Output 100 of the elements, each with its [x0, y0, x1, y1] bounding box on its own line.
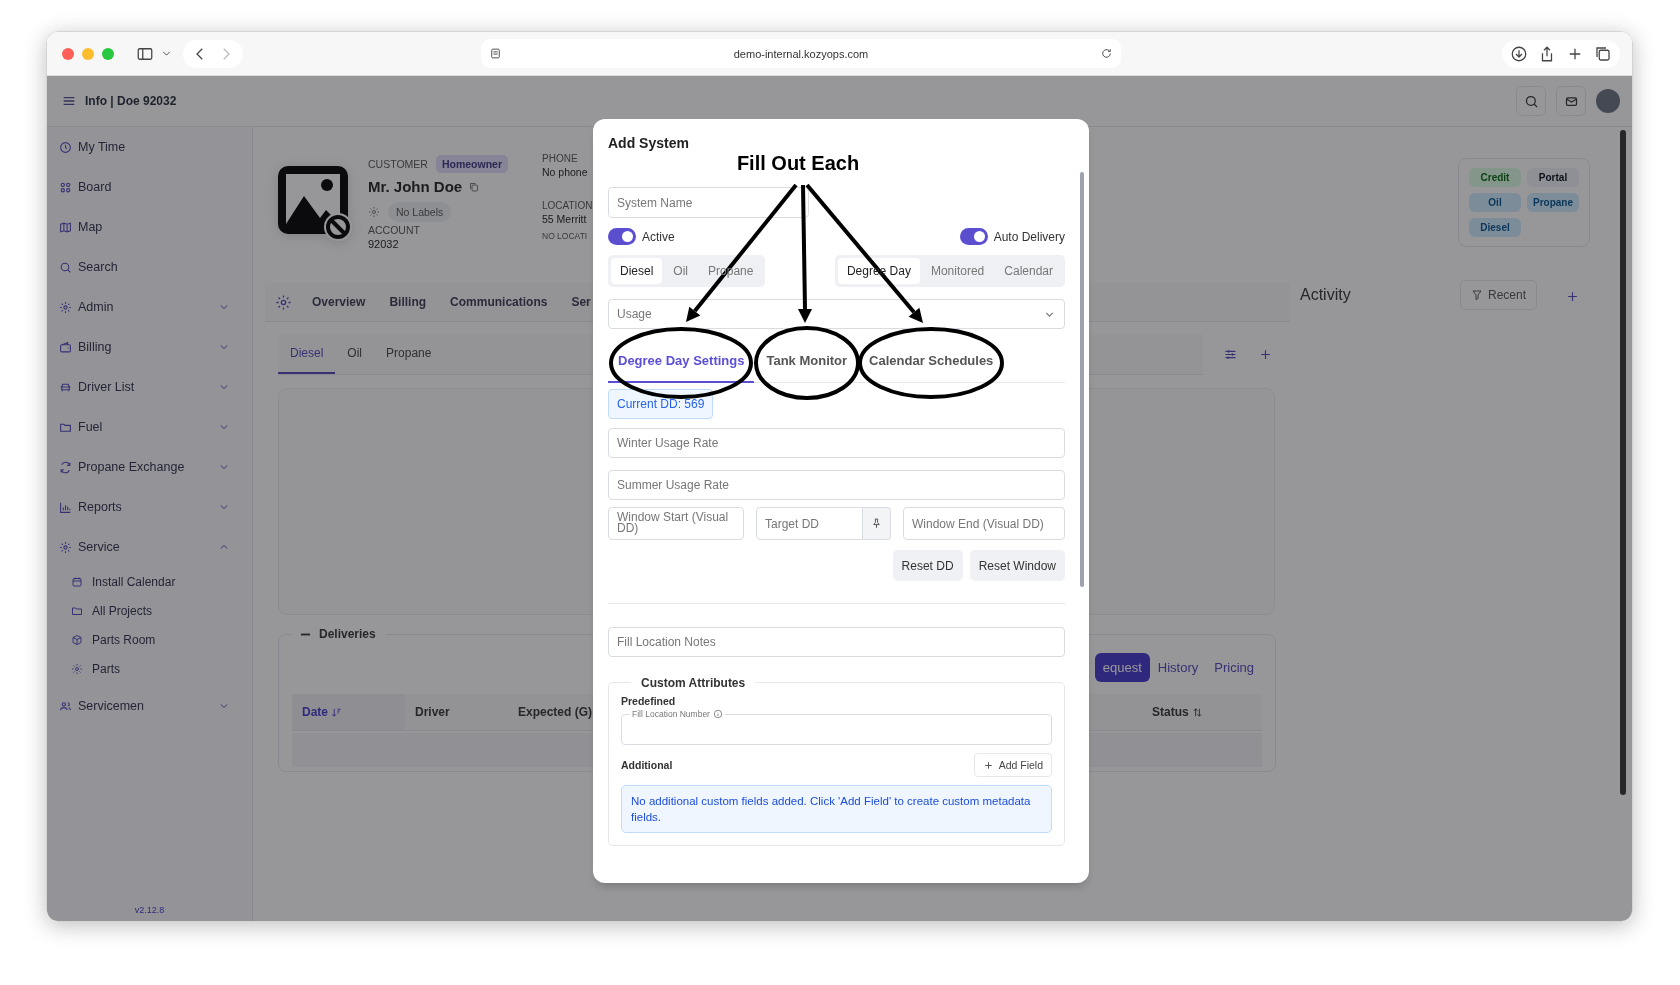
sidebar-item[interactable]: Propane Exchange: [59, 447, 240, 487]
mail-button[interactable]: [1556, 86, 1586, 116]
tab[interactable]: Ser: [571, 295, 591, 309]
scrollbar-thumb[interactable]: [1620, 130, 1626, 795]
folder-icon: [71, 604, 83, 617]
input-field[interactable]: Window End (Visual DD): [903, 507, 1065, 540]
reload-icon[interactable]: [1100, 47, 1113, 60]
toggle-switch[interactable]: [608, 228, 636, 245]
add-field-button[interactable]: Add Field: [973, 753, 1052, 777]
gear-icon[interactable]: [275, 293, 292, 311]
sidebar-subitem[interactable]: Parts Room: [71, 625, 240, 654]
tab[interactable]: Diesel: [278, 334, 336, 374]
reset-button[interactable]: Reset Window: [969, 550, 1065, 581]
customer-type-badge: Homeowner: [435, 155, 508, 173]
wallet-icon: [59, 340, 72, 354]
field-label: PHONE: [542, 153, 579, 164]
sidebar-item[interactable]: Servicemen: [59, 686, 240, 726]
sidebar-item[interactable]: Board: [59, 167, 240, 207]
info-message: No additional custom fields added. Click 'Add Field' to create custom metadata fields.: [621, 785, 1052, 833]
activity-title: Activity: [1300, 286, 1351, 304]
tab[interactable]: Calendar Schedules: [859, 340, 1004, 383]
section-title: Deliveries: [318, 627, 377, 641]
plus-icon: [982, 759, 994, 771]
download-icon[interactable]: [1510, 44, 1528, 63]
filter-button[interactable]: Recent: [1459, 280, 1537, 310]
location-value: 55 Merritt: [542, 213, 588, 225]
usage-select[interactable]: Usage: [608, 299, 1065, 329]
subsection-label: Predefined: [621, 695, 677, 707]
tag: Portal: [1527, 168, 1579, 187]
user-avatar[interactable]: [1596, 89, 1620, 113]
sidebar-item[interactable]: My Time: [59, 127, 240, 167]
sidebar-item[interactable]: Reports: [59, 487, 240, 527]
segment-option[interactable]: Calendar: [995, 258, 1062, 284]
input-field[interactable]: Summer Usage Rate: [608, 470, 1065, 500]
input-field[interactable]: Fill Location Notes: [608, 627, 1065, 657]
page-title: Info | Doe 92032: [85, 94, 177, 108]
input-field[interactable]: Target DD: [756, 507, 863, 540]
plus-icon[interactable]: [1565, 289, 1580, 304]
tabs-overview-icon[interactable]: [1594, 44, 1612, 63]
segment-option[interactable]: Oil: [664, 258, 698, 284]
customer-name: Mr. John Doe: [368, 178, 463, 195]
copy-icon[interactable]: [468, 180, 481, 193]
sidebar-item[interactable]: Search: [59, 247, 240, 287]
tab[interactable]: Overview: [312, 295, 366, 309]
gear-icon: [71, 662, 83, 675]
map-icon: [59, 220, 72, 234]
sidebar-item[interactable]: Driver List: [59, 367, 240, 407]
toggle-label: Auto Delivery: [993, 229, 1065, 244]
clock-icon: [59, 140, 72, 154]
sidebar-subitem[interactable]: All Projects: [71, 596, 240, 625]
tab[interactable]: Degree Day Settings: [608, 340, 755, 383]
sidebar-item[interactable]: Admin: [59, 287, 240, 327]
tab[interactable]: Communications: [450, 295, 548, 309]
input-field[interactable]: Fill Location Number: [621, 709, 1052, 745]
sort-icon: [1191, 706, 1203, 718]
segment-option[interactable]: Diesel: [611, 258, 663, 284]
segment-button[interactable]: History: [1149, 653, 1207, 682]
search-icon: [59, 260, 72, 274]
input-field[interactable]: System Name: [608, 187, 809, 218]
column-header[interactable]: Status: [1142, 694, 1262, 730]
tag: Propane: [1527, 193, 1579, 212]
sidebar-subitem[interactable]: Install Calendar: [71, 567, 240, 596]
input-field[interactable]: Winter Usage Rate: [608, 428, 1065, 458]
address-bar[interactable]: demo-internal.kozyops.com: [481, 39, 1121, 68]
refresh-icon: [59, 460, 72, 474]
pin-button[interactable]: [863, 507, 891, 540]
info-icon[interactable]: [712, 709, 723, 719]
labels-chip[interactable]: No Labels: [388, 202, 452, 222]
account-number: 92032: [368, 238, 400, 250]
bar-chart-icon: [59, 500, 72, 514]
scrollbar-thumb[interactable]: [1080, 172, 1084, 587]
segment-option[interactable]: Monitored: [921, 258, 994, 284]
tag: Credit: [1469, 168, 1521, 187]
sidebar-item[interactable]: Fuel: [59, 407, 240, 447]
search-button[interactable]: [1516, 86, 1546, 116]
sliders-icon[interactable]: [1223, 347, 1238, 362]
version-label: v2.12.8: [133, 905, 166, 917]
sidebar-subitem[interactable]: Parts: [71, 654, 240, 683]
dialog-title: Add System: [608, 135, 690, 153]
sidebar-item[interactable]: Service: [59, 527, 240, 567]
tab[interactable]: Billing: [389, 295, 427, 309]
tab[interactable]: Propane: [374, 334, 444, 374]
reset-button[interactable]: Reset DD: [892, 550, 963, 581]
tab[interactable]: Oil: [335, 334, 375, 374]
toggle-switch[interactable]: [959, 228, 988, 245]
sidebar-item[interactable]: Billing: [59, 327, 240, 367]
close-window-button[interactable]: [62, 47, 74, 60]
plus-icon[interactable]: [1258, 347, 1273, 362]
sidebar-item[interactable]: Map: [59, 207, 240, 247]
tab[interactable]: Tank Monitor: [756, 340, 858, 383]
cube-icon: [71, 633, 83, 646]
grid-icon: [59, 180, 72, 194]
gear-icon[interactable]: [368, 206, 380, 218]
column-header[interactable]: Date: [292, 694, 405, 730]
column-header[interactable]: Driver: [405, 694, 508, 730]
input-field[interactable]: Window Start (Visual DD): [608, 507, 744, 540]
page-icon: [489, 47, 502, 60]
segment-button[interactable]: equest: [1094, 653, 1150, 682]
segment-button[interactable]: Pricing: [1206, 653, 1262, 682]
location-note: NO LOCATI: [542, 231, 589, 241]
